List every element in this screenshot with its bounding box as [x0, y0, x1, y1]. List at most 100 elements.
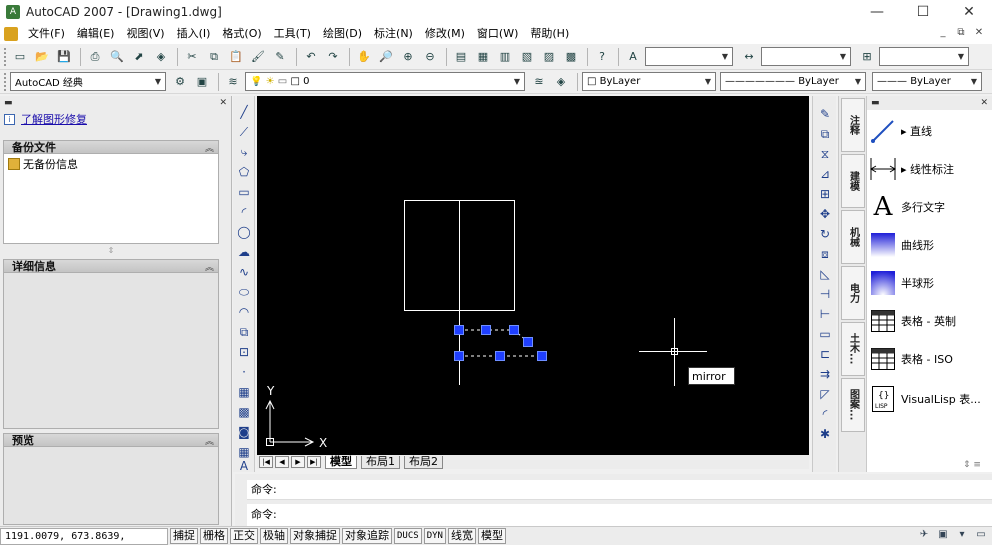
doc-restore-button[interactable]: ⧉: [954, 26, 968, 40]
arc-icon[interactable]: ◜: [236, 204, 252, 220]
workspace-save-icon[interactable]: ▣: [192, 72, 212, 92]
paste-icon[interactable]: 📋: [226, 47, 246, 67]
grip-point[interactable]: [454, 351, 464, 361]
quickcalc-icon[interactable]: ▩: [561, 47, 581, 67]
chevron-down-icon[interactable]: ▼: [510, 73, 524, 90]
osnap-toggle[interactable]: 对象捕捉: [290, 528, 340, 544]
text-style-icon[interactable]: A: [623, 47, 643, 67]
fillet-icon[interactable]: ◜: [817, 406, 833, 422]
trim-icon[interactable]: ⊣: [817, 286, 833, 302]
polar-toggle[interactable]: 极轴: [260, 528, 288, 544]
table-style-icon[interactable]: ⊞: [857, 47, 877, 67]
chevron-down-icon[interactable]: ▼: [851, 73, 865, 90]
chevron-down-icon[interactable]: ▼: [151, 73, 165, 90]
break-icon[interactable]: ⊏: [817, 346, 833, 362]
collapse-icon[interactable]: ︽: [205, 141, 214, 154]
backup-files-header[interactable]: 备份文件 ︽: [3, 140, 219, 154]
chevron-down-icon[interactable]: ▼: [954, 48, 968, 65]
linetype-combo[interactable]: ——————— ByLayer ▼: [720, 72, 866, 91]
autocad-app-icon[interactable]: A: [6, 5, 20, 19]
toolbar-grip[interactable]: [4, 47, 7, 66]
polygon-icon[interactable]: ⬠: [236, 164, 252, 180]
pan-icon[interactable]: ✋: [354, 47, 374, 67]
workspace-settings-icon[interactable]: ⚙: [170, 72, 190, 92]
palette-item-mtext[interactable]: A 多行文字: [869, 192, 992, 222]
rotate-icon[interactable]: ↻: [817, 226, 833, 242]
doc-minimize-button[interactable]: _: [936, 26, 950, 40]
cut-icon[interactable]: ✂: [182, 47, 202, 67]
save-icon[interactable]: 💾: [54, 47, 74, 67]
palette-item-table-iso[interactable]: 表格 - ISO: [869, 344, 992, 374]
details-header[interactable]: 详细信息 ︽: [3, 259, 219, 273]
tab-modeling[interactable]: 建模: [841, 154, 865, 208]
extend-icon[interactable]: ⊢: [817, 306, 833, 322]
table-style-combo[interactable]: ▼: [879, 47, 969, 66]
ellipse-arc-icon[interactable]: ◠: [236, 304, 252, 320]
dim-style-combo[interactable]: ▼: [761, 47, 851, 66]
redo-icon[interactable]: ↷: [323, 47, 343, 67]
grip-point[interactable]: [481, 325, 491, 335]
3d-dwf-icon[interactable]: ◈: [151, 47, 171, 67]
doc-close-button[interactable]: ✕: [972, 26, 986, 40]
close-button[interactable]: ✕: [946, 0, 992, 24]
menu-dimension[interactable]: 标注(N): [368, 24, 419, 44]
chevron-down-icon[interactable]: ▼: [967, 73, 981, 90]
tab-electrical[interactable]: 电力: [841, 266, 865, 320]
panel-grip-icon[interactable]: ▬: [871, 98, 880, 108]
spline-icon[interactable]: ∿: [236, 264, 252, 280]
first-tab-button[interactable]: |◀: [259, 456, 273, 468]
grip-point[interactable]: [523, 337, 533, 347]
minimize-button[interactable]: —: [854, 0, 900, 24]
palette-item-linear-dim[interactable]: ▸ 线性标注: [869, 154, 992, 184]
polyline-icon[interactable]: ⤷: [236, 144, 252, 160]
tab-model[interactable]: 模型: [325, 455, 357, 469]
prev-tab-button[interactable]: ◀: [275, 456, 289, 468]
join-icon[interactable]: ⇉: [817, 366, 833, 382]
revision-cloud-icon[interactable]: ☁: [236, 244, 252, 260]
drawing-canvas[interactable]: X Y mirror: [257, 96, 809, 455]
point-icon[interactable]: ·: [236, 364, 252, 380]
maximize-button[interactable]: ☐: [900, 0, 946, 24]
menu-window[interactable]: 窗口(W): [471, 24, 524, 44]
model-toggle[interactable]: 模型: [477, 528, 506, 544]
list-item[interactable]: 无备份信息: [4, 154, 218, 174]
design-center-icon[interactable]: ▦: [473, 47, 493, 67]
preview-header[interactable]: 预览 ︽: [3, 433, 219, 447]
menu-help[interactable]: 帮助(H): [524, 24, 575, 44]
workspace-combo[interactable]: AutoCAD 经典 ▼: [10, 72, 166, 91]
grip-point[interactable]: [509, 325, 519, 335]
hatch-icon[interactable]: ▦: [236, 384, 252, 400]
toolbar-grip[interactable]: [4, 72, 7, 91]
tab-mechanical[interactable]: 机械: [841, 210, 865, 264]
menu-format[interactable]: 格式(O): [216, 24, 267, 44]
plot-preview-icon[interactable]: 🔍: [107, 47, 127, 67]
lineweight-combo[interactable]: ——— ByLayer ▼: [872, 72, 982, 91]
plot-icon[interactable]: ⎙: [85, 47, 105, 67]
grip-point[interactable]: [537, 351, 547, 361]
menu-tools[interactable]: 工具(T): [268, 24, 317, 44]
chamfer-icon[interactable]: ◸: [817, 386, 833, 402]
layer-manager-icon[interactable]: ≋: [223, 72, 243, 92]
rectangle-icon[interactable]: ▭: [236, 184, 252, 200]
scale-icon[interactable]: ⧈: [817, 246, 833, 262]
zoom-window-icon[interactable]: ⊕: [398, 47, 418, 67]
tab-layout2[interactable]: 布局2: [404, 455, 443, 469]
clean-screen-icon[interactable]: ▭: [974, 528, 988, 542]
menu-edit[interactable]: 编辑(E): [71, 24, 121, 44]
undo-icon[interactable]: ↶: [301, 47, 321, 67]
snap-toggle[interactable]: 捕捉: [170, 528, 198, 544]
otrack-toggle[interactable]: 对象追踪: [342, 528, 392, 544]
publish-icon[interactable]: ⬈: [129, 47, 149, 67]
properties-icon[interactable]: ▤: [451, 47, 471, 67]
copy-icon[interactable]: ⧉: [204, 47, 224, 67]
break-at-point-icon[interactable]: ▭: [817, 326, 833, 342]
block-editor-icon[interactable]: ✎: [270, 47, 290, 67]
grip-point[interactable]: [454, 325, 464, 335]
match-properties-icon[interactable]: 🖌: [248, 47, 268, 67]
panel-grip-icon[interactable]: ▬: [4, 98, 13, 108]
line-icon[interactable]: ╱: [236, 104, 252, 120]
make-block-icon[interactable]: ⊡: [236, 344, 252, 360]
menu-file[interactable]: 文件(F): [22, 24, 71, 44]
multiline-text-icon[interactable]: A: [236, 458, 252, 474]
splitter-handle[interactable]: ⇕: [3, 246, 219, 255]
